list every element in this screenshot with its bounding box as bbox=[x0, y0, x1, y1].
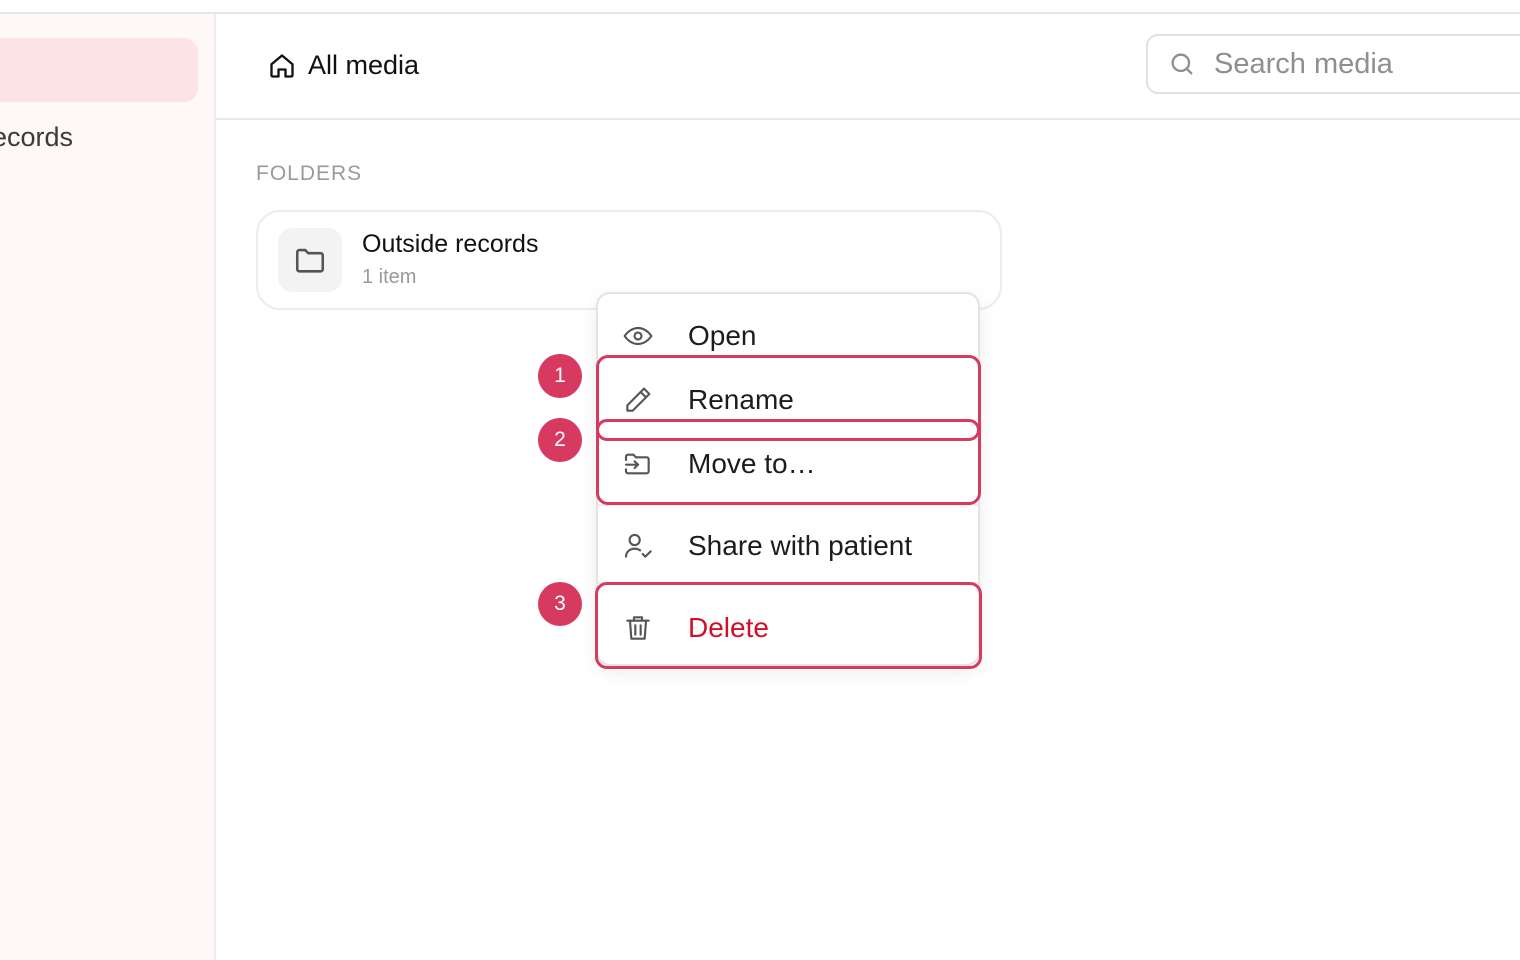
annotation-badge-2: 2 bbox=[538, 418, 582, 462]
menu-item-label: Open bbox=[688, 320, 757, 351]
folder-icon bbox=[295, 248, 325, 273]
pencil-icon bbox=[626, 387, 651, 412]
sidebar-item-outside-records[interactable]: Outside records bbox=[0, 118, 214, 158]
context-menu: Open Rename Move to… Share with patient … bbox=[596, 292, 980, 666]
search-input[interactable] bbox=[1214, 47, 1514, 81]
menu-divider bbox=[598, 582, 978, 584]
eye-icon bbox=[623, 326, 653, 346]
menu-item-rename[interactable]: Rename bbox=[598, 372, 978, 428]
menu-item-move-to[interactable]: Move to… bbox=[598, 436, 978, 492]
folder-thumb bbox=[278, 228, 342, 292]
annotation-badge-1: 1 bbox=[538, 354, 582, 398]
header: All media bbox=[216, 14, 1520, 120]
annotation-badge-3: 3 bbox=[538, 582, 582, 626]
menu-item-label: Delete bbox=[688, 612, 769, 643]
menu-item-open[interactable]: Open bbox=[598, 308, 978, 364]
menu-item-label: Move to… bbox=[688, 448, 816, 479]
user-check-icon bbox=[624, 533, 652, 558]
menu-item-delete[interactable]: Delete bbox=[598, 600, 978, 656]
home-icon bbox=[270, 53, 294, 78]
menu-item-share-with-patient[interactable]: Share with patient bbox=[598, 518, 978, 574]
section-title-folders: FOLDERS bbox=[256, 162, 363, 185]
search-icon bbox=[1171, 53, 1193, 75]
search-box[interactable] bbox=[1146, 34, 1520, 94]
folder-item-count: 1 item bbox=[362, 266, 417, 288]
menu-item-label: Rename bbox=[688, 384, 794, 415]
menu-item-label: Share with patient bbox=[688, 530, 913, 561]
sidebar: Outside records bbox=[0, 14, 216, 960]
breadcrumb-label: All media bbox=[308, 50, 420, 80]
sidebar-item-active[interactable] bbox=[0, 38, 198, 102]
menu-divider bbox=[598, 504, 978, 506]
folder-move-icon bbox=[624, 453, 650, 475]
trash-icon bbox=[626, 616, 650, 640]
sidebar-item-label: Outside records bbox=[0, 122, 73, 152]
breadcrumb[interactable]: All media bbox=[268, 50, 419, 81]
folder-name: Outside records bbox=[362, 230, 539, 258]
